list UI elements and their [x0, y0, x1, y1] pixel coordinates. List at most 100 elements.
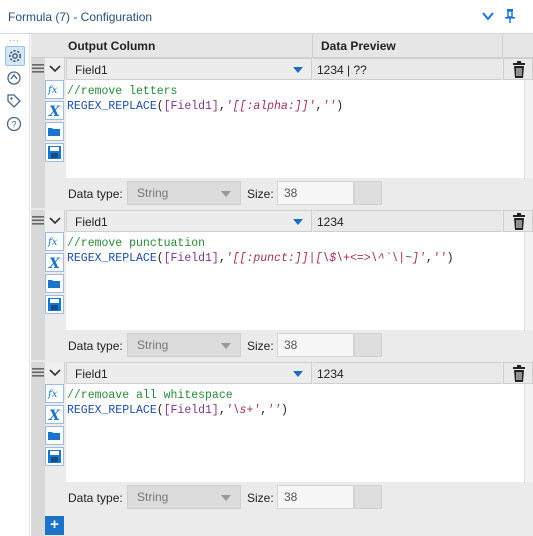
open-expression-button[interactable] [45, 274, 64, 293]
delete-formula-button[interactable] [503, 210, 533, 232]
regex-pattern: '\s+' [225, 404, 261, 417]
expression-editor[interactable]: //remoave all whitespace REGEX_REPLACE([… [66, 384, 524, 482]
drag-handle-icon [32, 64, 44, 73]
save-expression-button[interactable] [45, 295, 64, 314]
help-icon: ? [6, 116, 22, 132]
variable-x-icon: X [48, 256, 61, 272]
variables-button[interactable]: X [45, 405, 64, 424]
trash-icon [513, 213, 525, 230]
drag-handle-icon [32, 368, 44, 377]
size-value: 38 [284, 186, 298, 200]
regex-pattern: '[[:alpha:]]' [225, 100, 316, 113]
expression-editor[interactable]: //remove letters REGEX_REPLACE([Field1],… [66, 80, 524, 178]
variables-button[interactable]: X [45, 253, 64, 272]
field-reference: [Field1] [163, 404, 219, 417]
expression-editor[interactable]: //remove punctuation REGEX_REPLACE([Fiel… [66, 232, 524, 330]
gear-icon [9, 50, 21, 62]
expression-comment: //remoave all whitespace [67, 389, 233, 402]
datatype-select[interactable]: String [127, 333, 241, 357]
expression-comment: //remove punctuation [67, 237, 206, 250]
size-input[interactable]: 38 [277, 485, 354, 509]
collapse-toggle[interactable] [45, 210, 65, 232]
more-dots-icon: ··· [9, 36, 20, 45]
datatype-value: String [137, 490, 169, 504]
svg-text:?: ? [11, 120, 16, 130]
panel-header: Formula (7) - Configuration [0, 0, 533, 34]
help-button[interactable]: ? [5, 115, 25, 135]
output-field-select[interactable]: Field1 [66, 58, 312, 80]
datatype-value: String [137, 186, 169, 200]
expression-code: REGEX_REPLACE([Field1],'\s+','') [67, 404, 288, 417]
datatype-select[interactable]: String [127, 181, 241, 205]
delete-formula-button[interactable] [503, 58, 533, 80]
output-field-value: Field1 [75, 367, 108, 381]
editor-scrollbar[interactable] [524, 80, 533, 178]
size-stepper[interactable] [354, 333, 382, 357]
row-grip[interactable] [31, 210, 45, 360]
editor-scrollbar[interactable] [524, 232, 533, 330]
collapse-toggle[interactable] [45, 362, 65, 384]
output-field-select[interactable]: Field1 [66, 210, 312, 232]
datatype-bar: Data type: String Size: 38 [66, 330, 533, 360]
pin-icon[interactable] [502, 8, 518, 24]
data-preview-value: 1234 [317, 215, 344, 229]
function-button[interactable]: fx [45, 232, 64, 251]
datatype-select[interactable]: String [127, 485, 241, 509]
row-grip[interactable] [31, 58, 45, 208]
folder-open-icon [48, 128, 60, 136]
field-reference: [Field1] [163, 252, 219, 265]
variable-x-icon: X [48, 104, 61, 120]
dropdown-arrow-icon [221, 191, 231, 197]
size-input[interactable]: 38 [277, 181, 354, 205]
chevron-down-icon[interactable] [480, 8, 496, 24]
replacement-string: '' [322, 100, 337, 113]
open-expression-button[interactable] [45, 426, 64, 445]
open-expression-button[interactable] [45, 122, 64, 141]
size-value: 38 [284, 490, 298, 504]
row-grip [31, 510, 45, 536]
delete-formula-button[interactable] [503, 362, 533, 384]
variables-button[interactable]: X [45, 101, 64, 120]
svg-text:X: X [48, 256, 61, 271]
function-button[interactable]: fx [45, 80, 64, 99]
chevron-down-icon [49, 65, 61, 73]
tag-button[interactable] [5, 92, 25, 112]
configuration-button[interactable] [5, 46, 25, 66]
dropdown-arrow-icon [293, 67, 303, 73]
output-field-select[interactable]: Field1 [66, 362, 312, 384]
output-field-value: Field1 [75, 63, 108, 77]
save-expression-button[interactable] [45, 447, 64, 466]
function-name: REGEX_REPLACE [67, 100, 157, 113]
function-name: REGEX_REPLACE [67, 252, 157, 265]
expression-toolbar: fx X [45, 232, 65, 360]
add-formula-button[interactable]: + [45, 516, 64, 535]
size-value: 38 [284, 338, 298, 352]
collapse-toggle[interactable] [45, 58, 65, 80]
datatype-bar: Data type: String Size: 38 [66, 178, 533, 208]
function-fx-icon: fx [47, 85, 58, 96]
annotation-button[interactable] [5, 69, 25, 89]
svg-text:fx: fx [47, 85, 58, 96]
expression-code: REGEX_REPLACE([Field1],'[[:alpha:]]','') [67, 100, 344, 113]
editor-scrollbar[interactable] [524, 384, 533, 482]
expression-comment: //remove letters [67, 85, 178, 98]
expression-code: REGEX_REPLACE([Field1],'[[:punct:]]|[\$\… [67, 252, 454, 265]
replacement-string: '' [267, 404, 281, 417]
function-fx-icon: fx [47, 389, 58, 400]
save-expression-button[interactable] [45, 143, 64, 162]
dropdown-arrow-icon [293, 219, 303, 225]
folder-open-icon [48, 432, 60, 440]
chevron-down-icon [49, 217, 61, 225]
svg-text:X: X [48, 104, 61, 119]
field-reference: [Field1] [163, 100, 219, 113]
column-header-row: Output Column Data Preview [31, 34, 533, 58]
row-grip[interactable] [31, 362, 45, 512]
svg-text:fx: fx [47, 389, 58, 400]
variable-x-icon: X [48, 408, 61, 424]
size-stepper[interactable] [354, 485, 382, 509]
function-button[interactable]: fx [45, 384, 64, 403]
size-input[interactable]: 38 [277, 333, 354, 357]
data-preview-cell: 1234 [313, 210, 502, 232]
formula-grid: Output Column Data Preview Field1 1234 |… [31, 34, 533, 536]
size-stepper[interactable] [354, 181, 382, 205]
